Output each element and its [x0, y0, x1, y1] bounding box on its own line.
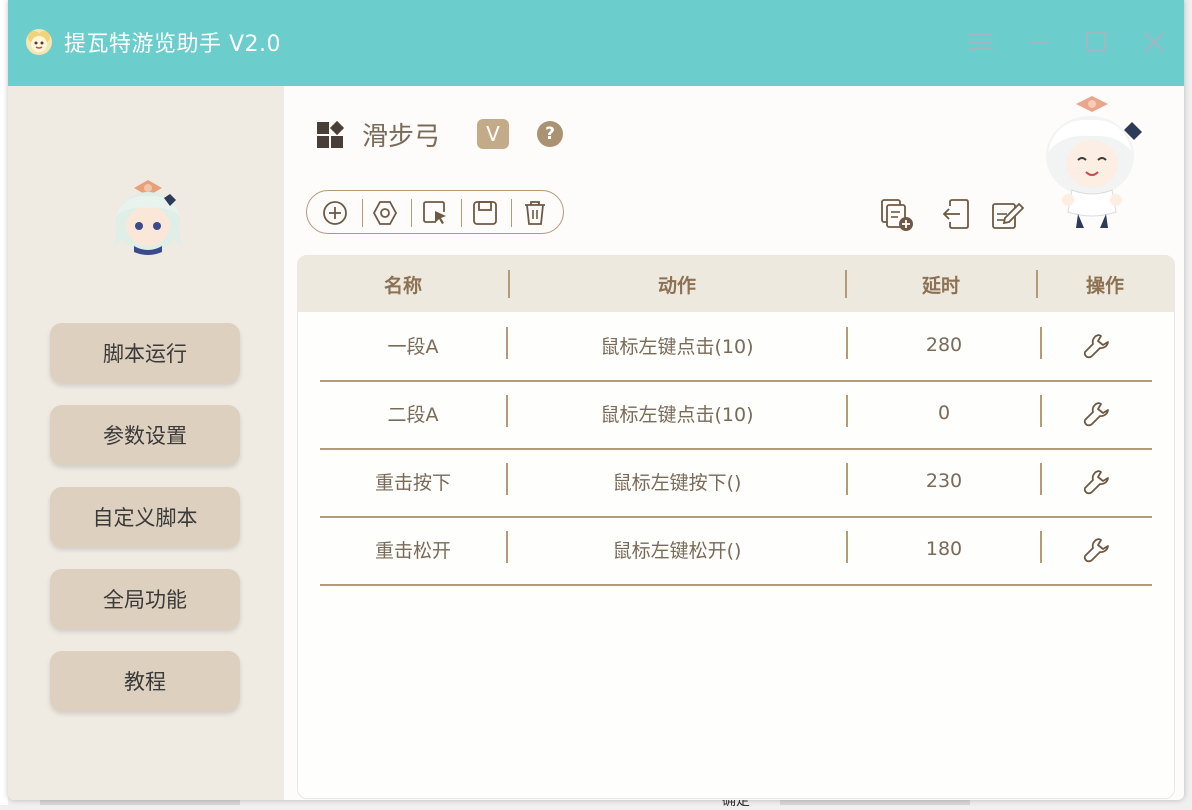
cell-name: 一段A — [387, 335, 439, 358]
nav-global-functions[interactable]: 全局功能 — [50, 569, 240, 629]
toolbar-divider — [511, 199, 512, 227]
add-icon[interactable] — [322, 200, 348, 226]
app-window: 提瓦特游览助手 V2.0 脚本运行 参数设置 自定义脚本 全局功能 教程 滑步弓… — [8, 0, 1184, 800]
action-table: 名称 动作 延时 操作 一段A 鼠标左键点击(10) 280 二段A 鼠标左键点… — [297, 255, 1175, 799]
toolbar-divider — [411, 199, 412, 227]
column-header-action[interactable]: 动作 — [508, 256, 846, 312]
maximize-button[interactable] — [1076, 22, 1116, 62]
cell-name: 重击按下 — [374, 471, 451, 494]
cell-action: 鼠标左键点击(10) — [600, 335, 754, 358]
cell-delay: 180 — [925, 538, 963, 560]
minimize-icon — [1029, 41, 1049, 43]
nav-label: 脚本运行 — [103, 342, 187, 366]
toolbar-divider — [461, 199, 462, 227]
nav-label: 全局功能 — [103, 588, 187, 612]
title-bar[interactable]: 提瓦特游览助手 V2.0 — [8, 0, 1184, 86]
dashboard-icon — [317, 120, 345, 148]
row-divider — [1040, 463, 1042, 495]
table-row[interactable]: 重击按下 鼠标左键按下() 230 — [320, 448, 1152, 518]
cell-delay: 0 — [937, 402, 951, 424]
cell-delay: 280 — [925, 334, 963, 356]
menu-button[interactable] — [960, 22, 1000, 62]
nav-tutorial[interactable]: 教程 — [50, 651, 240, 711]
row-divider — [1040, 327, 1042, 359]
table-header: 名称 动作 延时 操作 — [298, 256, 1174, 312]
wrench-icon[interactable] — [1082, 332, 1110, 360]
maximize-icon — [1086, 32, 1106, 52]
cell-action: 鼠标左键点击(10) — [600, 403, 754, 426]
cell-action: 鼠标左键按下() — [612, 471, 742, 494]
cell-action: 鼠标左键松开() — [612, 539, 742, 562]
close-button[interactable] — [1134, 22, 1174, 62]
settings-icon[interactable] — [372, 200, 398, 226]
help-icon[interactable]: ? — [537, 121, 563, 147]
sidebar: 脚本运行 参数设置 自定义脚本 全局功能 教程 — [8, 86, 284, 800]
app-title: 提瓦特游览助手 V2.0 — [64, 32, 282, 57]
cell-delay: 230 — [925, 470, 963, 492]
paimon-avatar — [114, 180, 182, 255]
nav-parameter-settings[interactable]: 参数设置 — [50, 405, 240, 465]
cell-name: 二段A — [387, 403, 439, 426]
edit-icon[interactable] — [991, 198, 1025, 232]
toolbar-divider — [362, 199, 363, 227]
nav-run-script[interactable]: 脚本运行 — [50, 323, 240, 383]
cell-name: 重击松开 — [374, 539, 451, 562]
paimon-illustration — [1046, 96, 1142, 228]
table-row[interactable]: 重击松开 鼠标左键松开() 180 — [320, 516, 1152, 586]
script-toolbar — [306, 190, 564, 234]
wrench-icon[interactable] — [1082, 400, 1110, 428]
nav-custom-script[interactable]: 自定义脚本 — [50, 487, 240, 547]
import-icon[interactable] — [940, 198, 974, 232]
row-divider — [1040, 395, 1042, 427]
column-header-operation[interactable]: 操作 — [1036, 256, 1174, 312]
nav-label: 教程 — [124, 670, 166, 694]
app-logo-icon — [26, 29, 52, 55]
table-row[interactable]: 一段A 鼠标左键点击(10) 280 — [320, 312, 1152, 382]
cursor-select-icon[interactable] — [422, 200, 448, 226]
main-panel: 滑步弓 V ? 名称 动作 延时 操作 一段A 鼠标左键点击(10) 280 二… — [284, 86, 1184, 800]
wrench-icon[interactable] — [1082, 468, 1110, 496]
background-app — [0, 0, 8, 805]
menu-icon — [968, 34, 992, 50]
copy-add-icon[interactable] — [880, 198, 914, 232]
minimize-button[interactable] — [1019, 22, 1059, 62]
close-icon — [1144, 32, 1164, 52]
delete-icon[interactable] — [522, 200, 548, 226]
row-divider — [1040, 531, 1042, 563]
version-badge[interactable]: V — [477, 119, 509, 149]
table-row[interactable]: 二段A 鼠标左键点击(10) 0 — [320, 380, 1152, 450]
column-header-delay[interactable]: 延时 — [845, 256, 1037, 312]
wrench-icon[interactable] — [1082, 536, 1110, 564]
column-header-name[interactable]: 名称 — [298, 256, 508, 312]
save-icon[interactable] — [472, 200, 498, 226]
nav-label: 参数设置 — [103, 424, 187, 448]
nav-label: 自定义脚本 — [92, 506, 198, 530]
script-title: 滑步弓 — [362, 122, 441, 152]
